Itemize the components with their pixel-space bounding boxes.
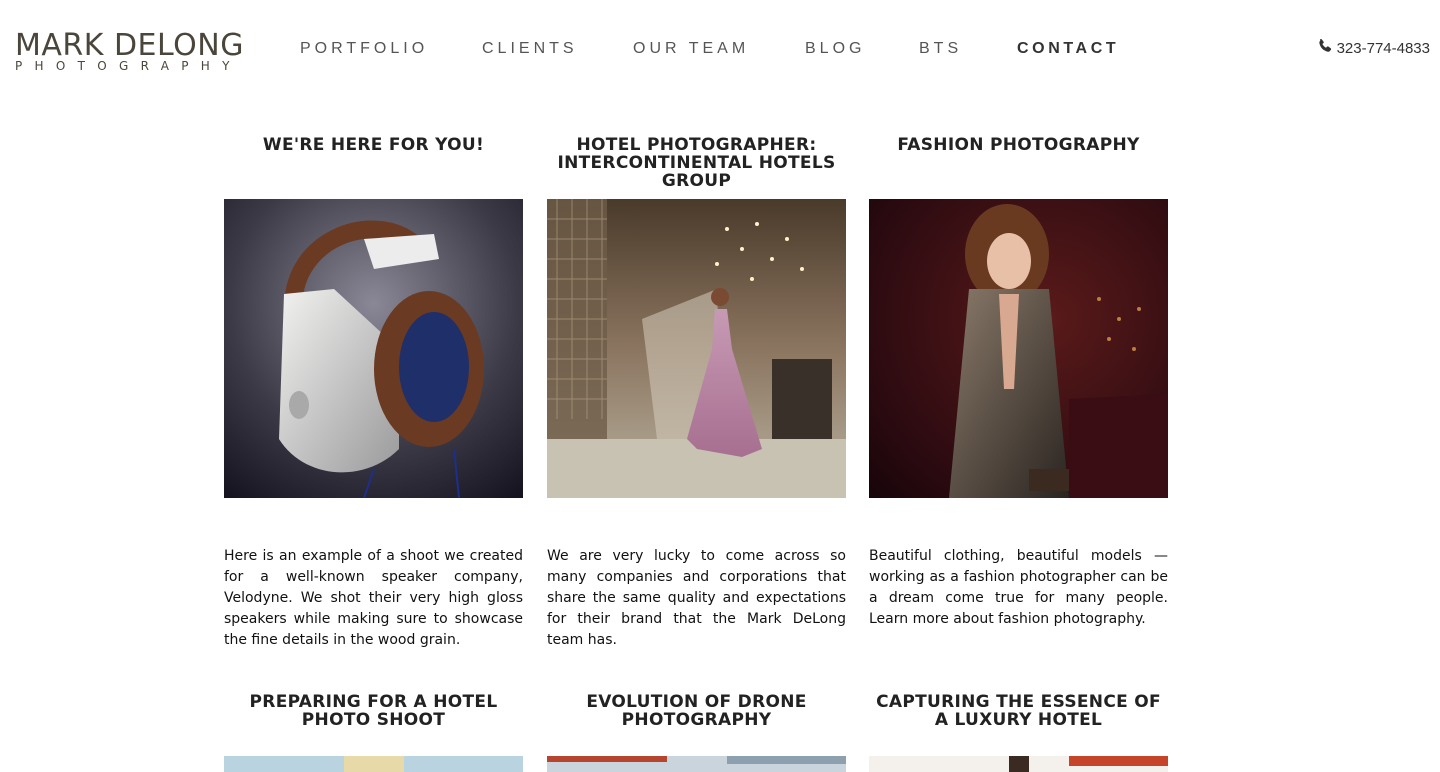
- post-title[interactable]: FASHION PHOTOGRAPHY: [869, 136, 1168, 154]
- phone-link[interactable]: 323-774-4833: [1317, 38, 1430, 58]
- nav-item-portfolio[interactable]: PORTFOLIO: [300, 40, 428, 58]
- post-image-luxury-hotel[interactable]: [869, 756, 1168, 772]
- nav-item-our-team[interactable]: OUR TEAM: [633, 40, 749, 58]
- site-logo[interactable]: MARK DELONG PHOTOGRAPHY: [15, 28, 275, 73]
- post-image-drone[interactable]: [547, 756, 846, 772]
- logo-name: MARK DELONG: [15, 28, 244, 63]
- nav-item-clients[interactable]: CLIENTS: [482, 40, 578, 58]
- post-title[interactable]: WE'RE HERE FOR YOU!: [224, 136, 523, 154]
- nav-item-blog[interactable]: BLOG: [805, 40, 865, 58]
- post-title[interactable]: CAPTURING THE ESSENCE OF A LUXURY HOTEL: [869, 693, 1168, 729]
- learn-more-link[interactable]: Learn more about fashion photography.: [869, 611, 1146, 627]
- post-excerpt: Beautiful clothing, beautiful models — w…: [869, 546, 1168, 630]
- post-title[interactable]: HOTEL PHOTOGRAPHER: INTERCONTINENTAL HOT…: [547, 136, 846, 190]
- post-excerpt: Here is an example of a shoot we created…: [224, 548, 523, 648]
- nav-item-contact[interactable]: CONTACT: [1017, 40, 1119, 58]
- post-image-hotel-shoot[interactable]: [224, 756, 523, 772]
- post-excerpt-text: Beautiful clothing, beautiful models — w…: [869, 548, 1168, 606]
- post-excerpt: We are very lucky to come across so many…: [547, 548, 846, 648]
- nav-item-bts[interactable]: BTS: [919, 40, 962, 58]
- logo-tagline: PHOTOGRAPHY: [15, 59, 242, 73]
- phone-icon: [1317, 38, 1333, 58]
- post-image-hotel-lobby[interactable]: [547, 199, 846, 498]
- post-title[interactable]: EVOLUTION OF DRONE PHOTOGRAPHY: [547, 693, 846, 729]
- site-header: MARK DELONG PHOTOGRAPHY PORTFOLIO CLIENT…: [0, 0, 1440, 100]
- post-title[interactable]: PREPARING FOR A HOTEL PHOTO SHOOT: [224, 693, 523, 729]
- post-image-fashion-model[interactable]: [869, 199, 1168, 498]
- phone-number: 323-774-4833: [1336, 39, 1430, 57]
- post-image-headphones[interactable]: [224, 199, 523, 498]
